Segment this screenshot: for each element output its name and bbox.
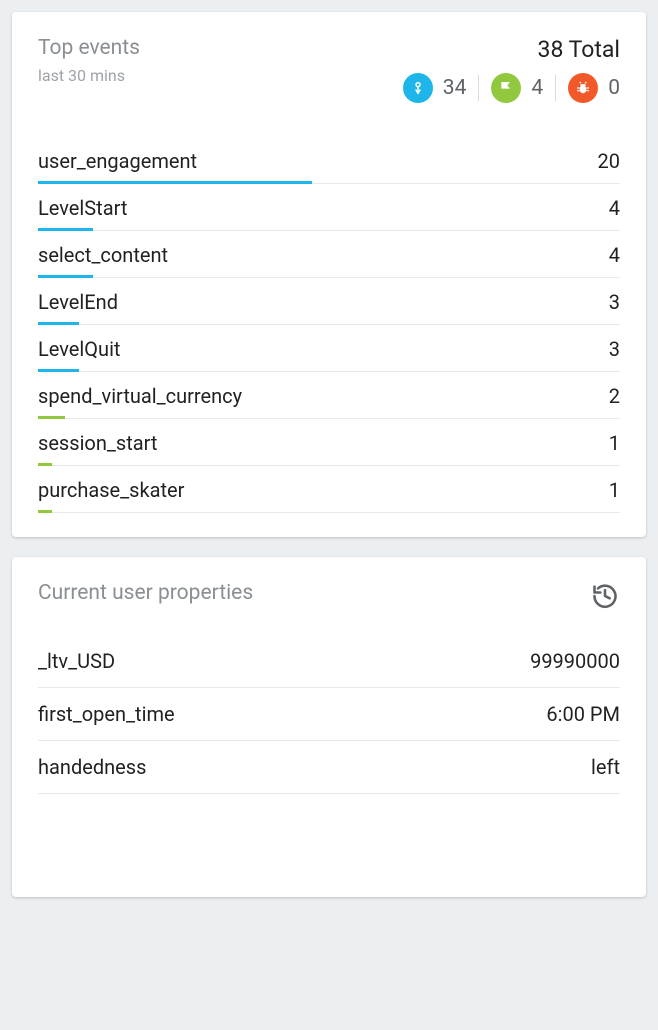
event-name: LevelStart <box>38 196 127 220</box>
event-row[interactable]: select_content 4 <box>38 231 620 278</box>
bug-icon <box>568 73 598 103</box>
event-name: LevelQuit <box>38 337 120 361</box>
property-name: first_open_time <box>38 702 175 726</box>
top-events-card: Top events last 30 mins 38 Total 34 <box>12 12 646 537</box>
divider <box>478 75 479 101</box>
event-count: 4 <box>609 196 620 220</box>
event-count: 1 <box>609 478 620 502</box>
property-row[interactable]: handedness left <box>38 741 620 794</box>
event-count: 20 <box>598 149 620 173</box>
user-properties-header: Current user properties <box>38 581 620 611</box>
flag-stat[interactable]: 4 <box>491 73 543 103</box>
event-name: session_start <box>38 431 157 455</box>
user-properties-card: Current user properties _ltv_USD 99990000… <box>12 557 646 897</box>
event-name: LevelEnd <box>38 290 118 314</box>
history-icon[interactable] <box>590 581 620 611</box>
bug-stat[interactable]: 0 <box>568 73 620 103</box>
event-name: select_content <box>38 243 168 267</box>
event-count: 2 <box>609 384 620 408</box>
card-subtitle: last 30 mins <box>38 66 140 85</box>
card-title: Top events <box>38 36 140 60</box>
event-row[interactable]: user_engagement 20 <box>38 137 620 184</box>
bug-count: 0 <box>608 76 620 100</box>
stat-badges: 34 4 <box>403 73 620 103</box>
event-row[interactable]: LevelStart 4 <box>38 184 620 231</box>
event-row[interactable]: session_start 1 <box>38 419 620 466</box>
card-title: Current user properties <box>38 581 253 605</box>
event-count: 3 <box>609 337 620 361</box>
touch-count: 34 <box>443 76 467 100</box>
event-list: user_engagement20LevelStart4select_conte… <box>38 137 620 513</box>
property-row[interactable]: first_open_time 6:00 PM <box>38 688 620 741</box>
event-count: 3 <box>609 290 620 314</box>
top-events-header: Top events last 30 mins 38 Total 34 <box>38 36 620 103</box>
event-bar <box>38 510 52 513</box>
event-count: 1 <box>609 431 620 455</box>
divider <box>555 75 556 101</box>
property-value: 99990000 <box>530 649 620 673</box>
property-value: left <box>591 755 620 779</box>
event-row[interactable]: spend_virtual_currency 2 <box>38 372 620 419</box>
header-left: Top events last 30 mins <box>38 36 140 85</box>
flag-icon <box>491 73 521 103</box>
total-label: 38 Total <box>538 36 620 63</box>
property-value: 6:00 PM <box>546 702 620 726</box>
touch-stat[interactable]: 34 <box>403 73 467 103</box>
property-row[interactable]: _ltv_USD 99990000 <box>38 635 620 688</box>
event-name: spend_virtual_currency <box>38 384 242 408</box>
event-name: purchase_skater <box>38 478 184 502</box>
event-row[interactable]: LevelQuit 3 <box>38 325 620 372</box>
event-count: 4 <box>609 243 620 267</box>
property-name: _ltv_USD <box>38 649 115 673</box>
event-name: user_engagement <box>38 149 197 173</box>
event-row[interactable]: LevelEnd 3 <box>38 278 620 325</box>
header-right: 38 Total 34 <box>403 36 620 103</box>
prop-list: _ltv_USD 99990000 first_open_time 6:00 PM ha… <box>38 635 620 794</box>
touch-icon <box>403 73 433 103</box>
property-name: handedness <box>38 755 146 779</box>
event-row[interactable]: purchase_skater 1 <box>38 466 620 513</box>
flag-count: 4 <box>531 76 543 100</box>
